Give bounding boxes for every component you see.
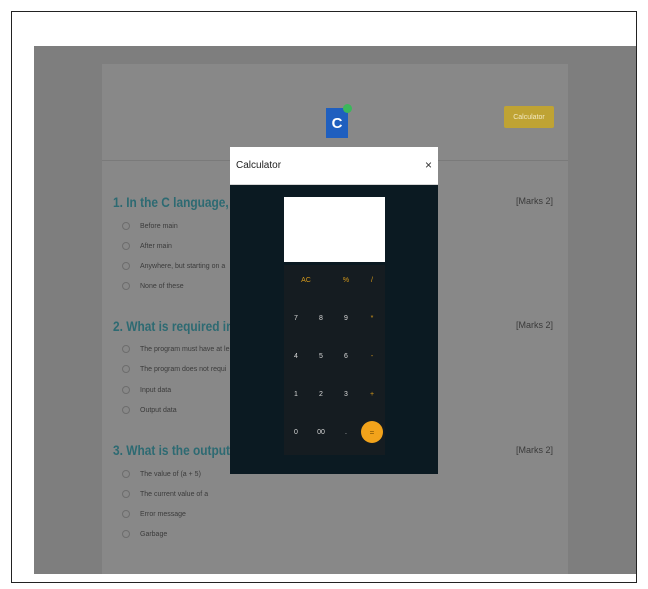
- key-minus[interactable]: -: [360, 345, 384, 367]
- key-2[interactable]: 2: [309, 383, 333, 405]
- key-clear[interactable]: AC: [294, 269, 318, 291]
- key-percent[interactable]: %: [334, 269, 358, 291]
- key-decimal[interactable]: .: [334, 421, 358, 443]
- key-9[interactable]: 9: [334, 307, 358, 329]
- question-2-option-4[interactable]: Output data: [122, 406, 177, 414]
- question-1-marks: [Marks 2]: [516, 196, 554, 206]
- radio-button[interactable]: [122, 345, 130, 353]
- radio-button[interactable]: [122, 530, 130, 538]
- screenshot-frame: C Calculator 1. In the C language, th [M…: [11, 11, 637, 583]
- key-divide[interactable]: /: [360, 269, 384, 291]
- question-1-option-2[interactable]: After main: [122, 242, 172, 250]
- question-2-title: 2. What is required in C: [113, 318, 246, 334]
- question-3-option-3[interactable]: Error message: [122, 510, 186, 518]
- key-8[interactable]: 8: [309, 307, 333, 329]
- radio-button[interactable]: [122, 470, 130, 478]
- radio-button[interactable]: [122, 386, 130, 394]
- key-multiply[interactable]: *: [360, 307, 384, 329]
- calculator-modal-title: Calculator: [236, 160, 282, 171]
- calculator-keypad: AC % / 7 8 9 * 4 5 6 - 1 2 3 + 0 00 . =: [284, 265, 385, 455]
- question-1-option-3[interactable]: Anywhere, but starting on a: [122, 262, 225, 270]
- question-2-option-1[interactable]: The program must have at le: [122, 345, 230, 353]
- logo-text: C: [331, 114, 343, 132]
- question-2-option-3[interactable]: Input data: [122, 386, 171, 394]
- question-1-title: 1. In the C language, th: [113, 194, 244, 210]
- calculator-display: [284, 197, 385, 262]
- key-4[interactable]: 4: [284, 345, 308, 367]
- question-1-option-4[interactable]: None of these: [122, 282, 184, 290]
- key-3[interactable]: 3: [334, 383, 358, 405]
- question-3-title: 3. What is the output c: [113, 442, 240, 458]
- radio-button[interactable]: [122, 490, 130, 498]
- key-0[interactable]: 0: [284, 421, 308, 443]
- radio-button[interactable]: [122, 242, 130, 250]
- question-3-option-4[interactable]: Garbage: [122, 530, 167, 538]
- key-1[interactable]: 1: [284, 383, 308, 405]
- key-plus[interactable]: +: [360, 383, 384, 405]
- question-3-option-2[interactable]: The current value of a: [122, 490, 208, 498]
- question-2-option-2[interactable]: The program does not requi: [122, 365, 226, 373]
- key-5[interactable]: 5: [309, 345, 333, 367]
- radio-button[interactable]: [122, 262, 130, 270]
- question-1-option-1[interactable]: Before main: [122, 222, 178, 230]
- c-logo-icon: C: [326, 104, 352, 138]
- key-7[interactable]: 7: [284, 307, 308, 329]
- calculator-modal-header: Calculator ×: [230, 147, 438, 185]
- radio-button[interactable]: [122, 406, 130, 414]
- radio-button[interactable]: [122, 282, 130, 290]
- radio-button[interactable]: [122, 365, 130, 373]
- logo-status-dot: [343, 104, 352, 113]
- key-6[interactable]: 6: [334, 345, 358, 367]
- calculator-button[interactable]: Calculator: [504, 106, 554, 128]
- question-2-marks: [Marks 2]: [516, 320, 554, 330]
- radio-button[interactable]: [122, 510, 130, 518]
- radio-button[interactable]: [122, 222, 130, 230]
- key-00[interactable]: 00: [309, 421, 333, 443]
- question-3-marks: [Marks 2]: [516, 445, 554, 455]
- question-3-option-1[interactable]: The value of (a + 5): [122, 470, 201, 478]
- key-equals[interactable]: =: [361, 421, 383, 443]
- calculator-modal: Calculator × AC % / 7 8 9 * 4 5 6 - 1 2 …: [230, 147, 438, 474]
- calculator-button-label: Calculator: [513, 113, 545, 121]
- close-icon[interactable]: ×: [425, 158, 432, 172]
